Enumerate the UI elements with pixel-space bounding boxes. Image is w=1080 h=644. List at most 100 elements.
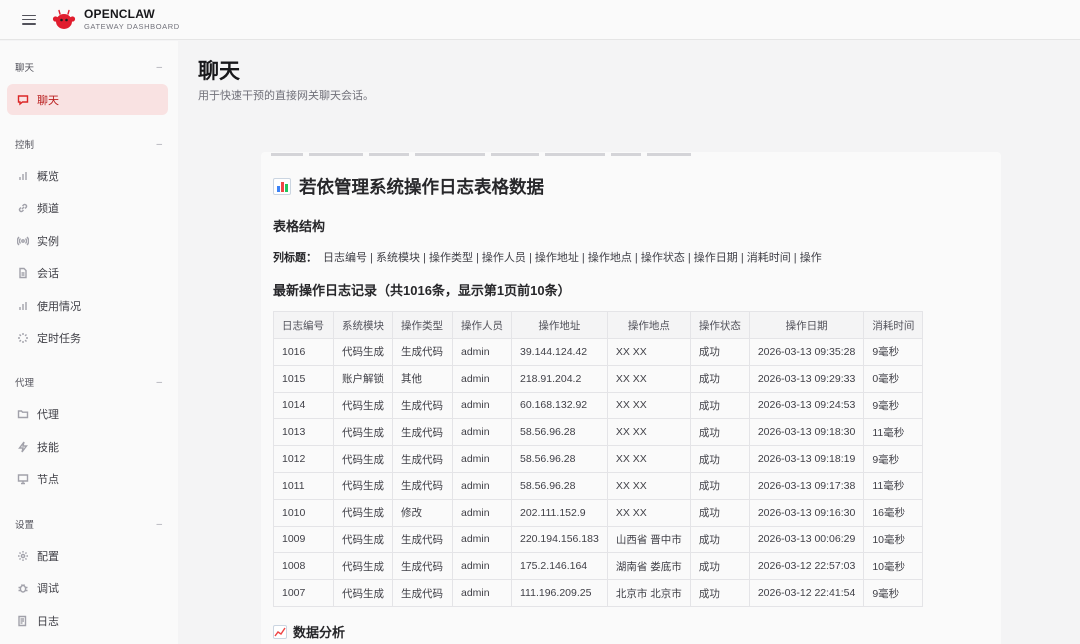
sidebar-item-label: 节点	[37, 473, 59, 486]
monitor-icon	[16, 472, 29, 485]
table-cell: 代码生成	[333, 579, 393, 607]
table-cell: 16毫秒	[863, 498, 924, 527]
chat-message: 若依管理系统操作日志表格数据 表格结构 列标题： 日志编号 | 系统模块 | 操作…	[261, 152, 1001, 644]
page-title: 聊天	[198, 60, 240, 83]
table-cell: 2026-03-13 09:24:53	[748, 391, 865, 420]
sidebar-item-config[interactable]: 配置	[7, 540, 168, 571]
sidebar-group-settings[interactable]: 设置 –	[15, 517, 162, 532]
table-cell: 1014	[273, 391, 334, 420]
sidebar-group-label: 控制	[15, 140, 35, 151]
menu-icon[interactable]	[22, 14, 36, 25]
sidebar-item-logs[interactable]: 日志	[7, 605, 168, 636]
table-cell: 58.56.96.28	[511, 471, 608, 500]
table-cell: 1008	[273, 552, 334, 581]
sidebar-item-usage[interactable]: 使用情况	[7, 290, 168, 321]
sidebar-item-label: 定时任务	[37, 332, 81, 345]
sidebar-group-label: 代理	[15, 378, 35, 389]
sidebar-item-label: 聊天	[37, 94, 59, 107]
table-cell: 成功	[689, 498, 750, 527]
table-row: 1011 代码生成 生成代码 admin 58.56.96.28 XX XX 成功 2026-…	[273, 471, 924, 500]
table-cell: 175.2.146.164	[511, 552, 608, 581]
brand-subtitle: GATEWAY DASHBOARD	[84, 22, 180, 32]
sidebar-item-skills[interactable]: 技能	[7, 431, 168, 462]
table-cell: admin	[452, 471, 512, 500]
table-cell: admin	[452, 552, 512, 581]
table-cell: 2026-03-13 09:29:33	[748, 364, 865, 393]
table-row: 1007 代码生成 生成代码 admin 111.196.209.25 北京市 北京市 成功…	[273, 579, 924, 607]
table-cell: 其他	[392, 364, 453, 393]
table-cell: 成功	[689, 364, 750, 393]
table-cell: 生成代码	[392, 579, 453, 607]
table-cell: 代码生成	[333, 552, 393, 581]
structure-heading: 表格结构	[273, 219, 326, 234]
table-cell: 0毫秒	[863, 364, 924, 393]
table-cell: 北京市 北京市	[606, 579, 691, 607]
table-cell: XX XX	[606, 445, 691, 473]
sidebar-item-cron[interactable]: 定时任务	[7, 322, 168, 353]
table-cell: 9毫秒	[863, 445, 924, 473]
brand-name: OPENCLAW	[84, 7, 155, 22]
table-cell: 2026-03-13 00:06:29	[748, 525, 865, 554]
table-row: 1009 代码生成 生成代码 admin 220.194.156.183 山西省 晋中市成…	[273, 525, 924, 554]
table-cell: 生成代码	[392, 445, 453, 473]
table-cell: 生成代码	[392, 552, 453, 581]
sidebar-group-label: 聊天	[15, 63, 35, 74]
latest-heading: 最新操作日志记录（共1016条，显示第1页前10条）	[273, 283, 571, 298]
table-cell: 2026-03-13 09:35:28	[748, 338, 865, 366]
table-cell: 代码生成	[333, 525, 393, 554]
table-cell: 湖南省 娄底市	[606, 552, 691, 581]
column-header: 操作人员	[452, 311, 512, 339]
column-header: 操作日期	[748, 311, 865, 339]
message-title: 若依管理系统操作日志表格数据	[273, 174, 544, 199]
sidebar-item-label: 调试	[37, 582, 59, 595]
sidebar-item-label: 日志	[37, 615, 59, 628]
sidebar-item-label: 技能	[37, 441, 59, 454]
log-icon	[16, 614, 29, 627]
page-subtitle: 用于快速干预的直接网关聊天会话。	[198, 90, 374, 102]
bar-chart-icon	[273, 178, 291, 195]
table-cell: 成功	[689, 338, 750, 366]
collapse-icon[interactable]: –	[156, 377, 162, 388]
column-header: 日志编号	[273, 311, 334, 339]
table-cell: admin	[452, 445, 512, 473]
sidebar-item-label: 实例	[37, 235, 59, 248]
table-cell: 1010	[273, 498, 334, 527]
lightning-icon	[16, 440, 29, 453]
table-row: 1008 代码生成 生成代码 admin 175.2.146.164 湖南省 娄底市 成功 2…	[273, 552, 924, 581]
collapse-icon[interactable]: –	[156, 62, 162, 73]
table-cell: 成功	[689, 418, 750, 447]
sidebar-item-label: 频道	[37, 202, 59, 215]
table-cell: 2026-03-13 09:18:30	[748, 418, 865, 447]
sidebar-group-agents[interactable]: 代理 –	[15, 375, 162, 390]
analysis-heading: 数据分析	[273, 622, 345, 641]
sidebar-item-instances[interactable]: 实例	[7, 225, 168, 256]
table-cell: 2026-03-12 22:41:54	[748, 579, 865, 607]
sidebar-item-label: 代理	[37, 408, 59, 421]
sidebar-group-control[interactable]: 控制 –	[15, 137, 162, 152]
sidebar-item-agents[interactable]: 代理	[7, 398, 168, 429]
table-cell: 9毫秒	[863, 391, 924, 420]
sidebar-item-overview[interactable]: 概览	[7, 160, 168, 191]
sidebar-item-sessions[interactable]: 会话	[7, 257, 168, 288]
table-cell: 218.91.204.2	[511, 364, 608, 393]
collapse-icon[interactable]: –	[156, 139, 162, 150]
truncated-text-line	[271, 152, 731, 157]
table-cell: 111.196.209.25	[511, 579, 608, 607]
table-cell: 1011	[273, 471, 334, 500]
column-header: 操作地点	[606, 311, 691, 339]
table-row: 1016 代码生成 生成代码 admin 39.144.124.42 XX XX 成功 202…	[273, 338, 924, 366]
collapse-icon[interactable]: –	[156, 519, 162, 530]
sidebar-item-channels[interactable]: 频道	[7, 192, 168, 223]
sidebar-item-chat[interactable]: 聊天	[7, 84, 168, 115]
table-cell: 1012	[273, 445, 334, 473]
table-cell: 2026-03-12 22:57:03	[748, 552, 865, 581]
sidebar-item-nodes[interactable]: 节点	[7, 463, 168, 494]
table-cell: 生成代码	[392, 418, 453, 447]
table-cell: 代码生成	[333, 391, 393, 420]
column-header: 消耗时间	[863, 311, 924, 339]
table-cell: 修改	[392, 498, 453, 527]
sidebar-group-chat[interactable]: 聊天 –	[15, 60, 162, 75]
sidebar-item-debug[interactable]: 调试	[7, 572, 168, 603]
table-cell: 60.168.132.92	[511, 391, 608, 420]
table-cell: 220.194.156.183	[511, 525, 608, 554]
